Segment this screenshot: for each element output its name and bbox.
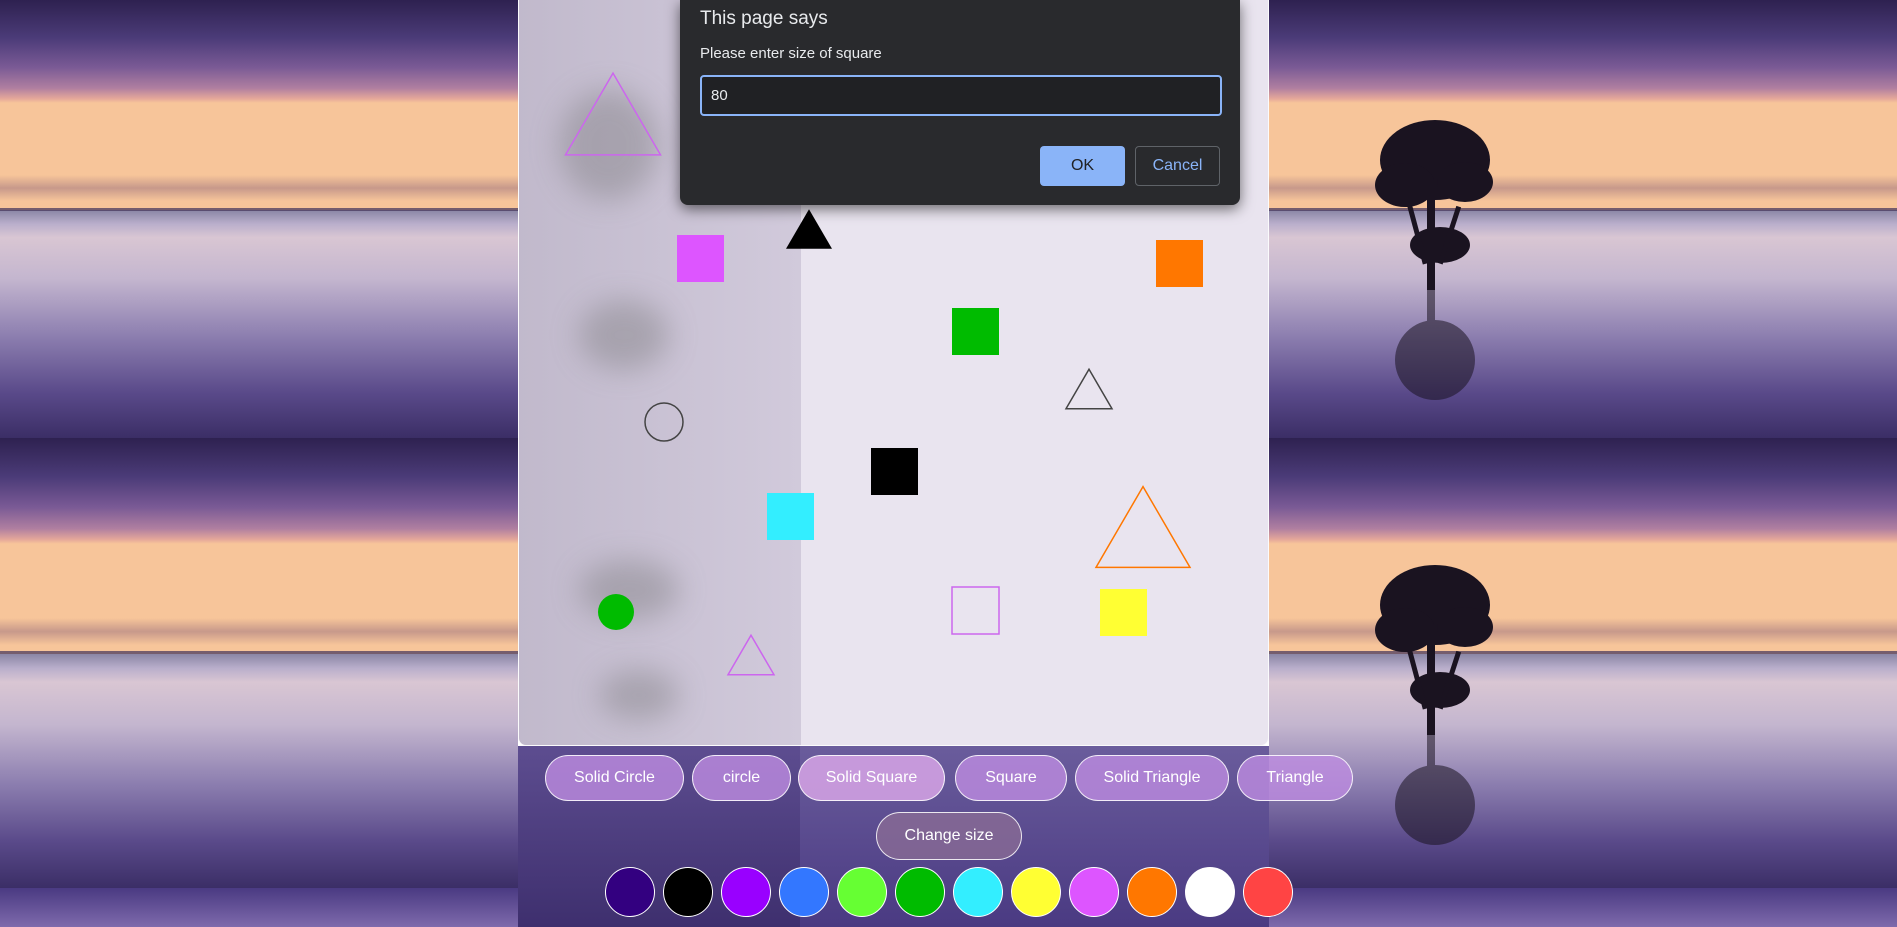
color-swatch[interactable] (779, 867, 829, 917)
prompt-dialog: This page says Please enter size of squa… (680, 0, 1240, 205)
square-button[interactable]: Square (955, 755, 1067, 801)
ok-button[interactable]: OK (1040, 146, 1125, 186)
wallpaper-tile (1600, 438, 1897, 888)
wallpaper-tile (1600, 0, 1897, 438)
triangle-button[interactable]: Triangle (1237, 755, 1353, 801)
dialog-title: This page says (700, 8, 828, 29)
solid-circle-shape (598, 594, 634, 630)
solid-square-shape (767, 493, 814, 540)
solid-square-shape (1156, 240, 1203, 287)
tree-silhouette-icon (1375, 565, 1493, 845)
circle-button[interactable]: circle (692, 755, 791, 801)
outline-triangle-shape (1094, 485, 1192, 569)
color-swatch[interactable] (837, 867, 887, 917)
color-swatch[interactable] (721, 867, 771, 917)
color-swatch[interactable] (605, 867, 655, 917)
outline-circle-shape (644, 402, 684, 442)
wallpaper-tile (0, 0, 518, 438)
solid-square-shape (677, 235, 724, 282)
solid-square-shape (1100, 589, 1147, 636)
outline-triangle-shape (564, 71, 662, 156)
color-swatch[interactable] (663, 867, 713, 917)
solid-triangle-button[interactable]: Solid Triangle (1075, 755, 1229, 801)
color-swatch[interactable] (1243, 867, 1293, 917)
color-swatch[interactable] (1011, 867, 1061, 917)
tree-silhouette-icon (1375, 120, 1493, 400)
wallpaper-tile (0, 438, 518, 888)
color-swatch[interactable] (1127, 867, 1177, 917)
outline-square-shape (951, 586, 1000, 635)
solid-square-shape (952, 308, 999, 355)
solid-triangle-shape (786, 209, 832, 249)
change-size-button[interactable]: Change size (876, 812, 1022, 860)
cancel-button[interactable]: Cancel (1135, 146, 1220, 186)
solid-square-button[interactable]: Solid Square (798, 755, 945, 801)
outline-triangle-shape (726, 633, 776, 676)
outline-triangle-shape (1064, 367, 1114, 410)
color-swatch[interactable] (1185, 867, 1235, 917)
color-swatch[interactable] (953, 867, 1003, 917)
solid-square-shape (871, 448, 918, 495)
shape-toolbar: Solid Circle circle Solid Square Square … (0, 755, 1897, 803)
color-swatch[interactable] (1069, 867, 1119, 917)
solid-circle-button[interactable]: Solid Circle (545, 755, 684, 801)
size-input[interactable]: 80 (700, 75, 1222, 116)
color-swatch[interactable] (895, 867, 945, 917)
dialog-message: Please enter size of square (700, 45, 882, 62)
